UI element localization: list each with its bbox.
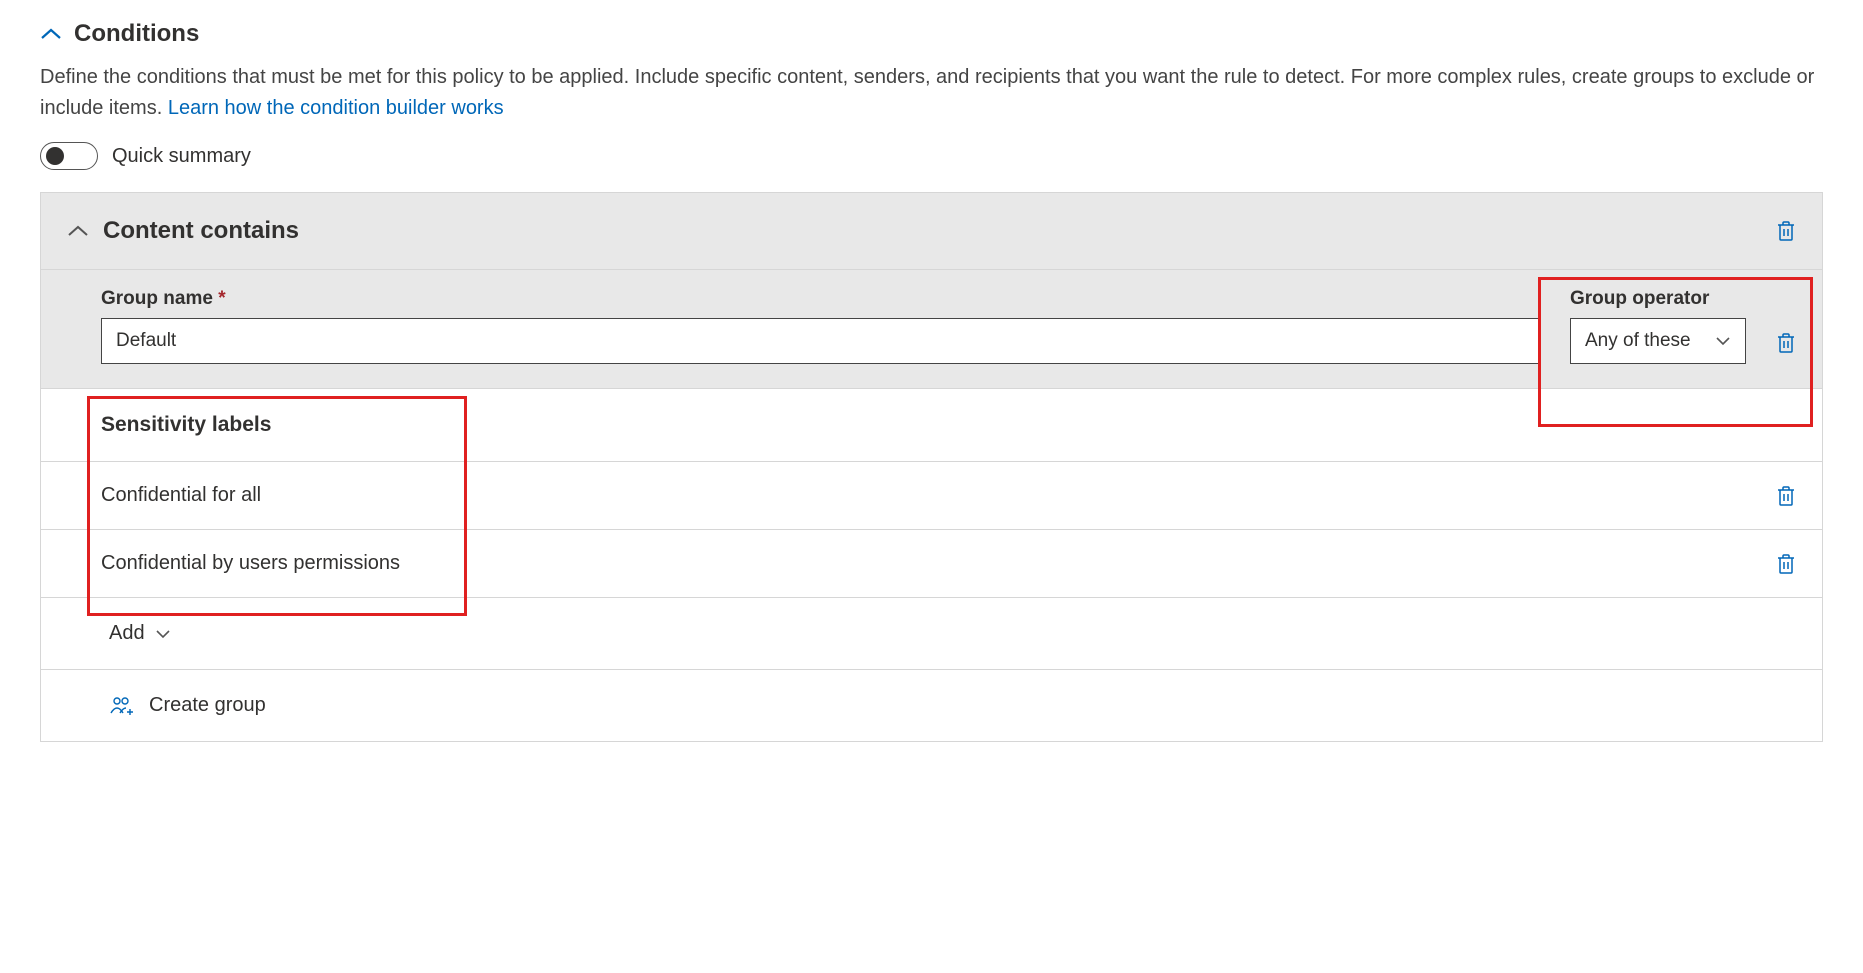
learn-link[interactable]: Learn how the condition builder works — [168, 97, 504, 119]
group-name-input[interactable] — [101, 318, 1540, 364]
group-operator-dropdown[interactable]: Any of these — [1570, 318, 1746, 364]
add-button[interactable]: Add — [109, 622, 171, 645]
label-name: Confidential for all — [101, 484, 261, 507]
group-operator-value: Any of these — [1585, 330, 1691, 352]
trash-icon[interactable] — [1776, 220, 1796, 242]
label-name: Confidential by users permissions — [101, 552, 400, 575]
create-group-button[interactable]: Create group — [41, 670, 1822, 741]
group-config-row: Group name * Group operator Any of these — [41, 270, 1822, 389]
group-name-label-text: Group name — [101, 288, 213, 309]
list-item: Confidential by users permissions — [41, 530, 1822, 598]
group-operator-label: Group operator — [1570, 288, 1746, 310]
section-description: Define the conditions that must be met f… — [40, 62, 1823, 124]
create-group-label: Create group — [149, 694, 266, 717]
required-asterisk: * — [218, 288, 225, 309]
quick-summary-toggle[interactable] — [40, 142, 98, 170]
people-add-icon — [109, 695, 135, 717]
quick-summary-label: Quick summary — [112, 145, 251, 168]
add-label: Add — [109, 622, 145, 645]
trash-icon[interactable] — [1776, 485, 1796, 507]
chevron-down-icon — [1715, 336, 1731, 346]
chevron-up-icon[interactable] — [40, 27, 62, 41]
condition-header: Content contains — [41, 193, 1822, 270]
toggle-knob — [46, 147, 64, 165]
section-title: Conditions — [74, 20, 199, 48]
group-name-label: Group name * — [101, 288, 1540, 310]
trash-icon[interactable] — [1776, 332, 1796, 354]
sensitivity-labels-header: Sensitivity labels — [41, 389, 1822, 462]
chevron-up-icon[interactable] — [67, 224, 89, 238]
condition-title: Content contains — [103, 217, 299, 245]
list-item: Confidential for all — [41, 462, 1822, 530]
add-row: Add — [41, 598, 1822, 670]
trash-icon[interactable] — [1776, 553, 1796, 575]
chevron-down-icon — [155, 629, 171, 639]
condition-content-contains: Content contains Group name * Group oper… — [40, 192, 1823, 742]
